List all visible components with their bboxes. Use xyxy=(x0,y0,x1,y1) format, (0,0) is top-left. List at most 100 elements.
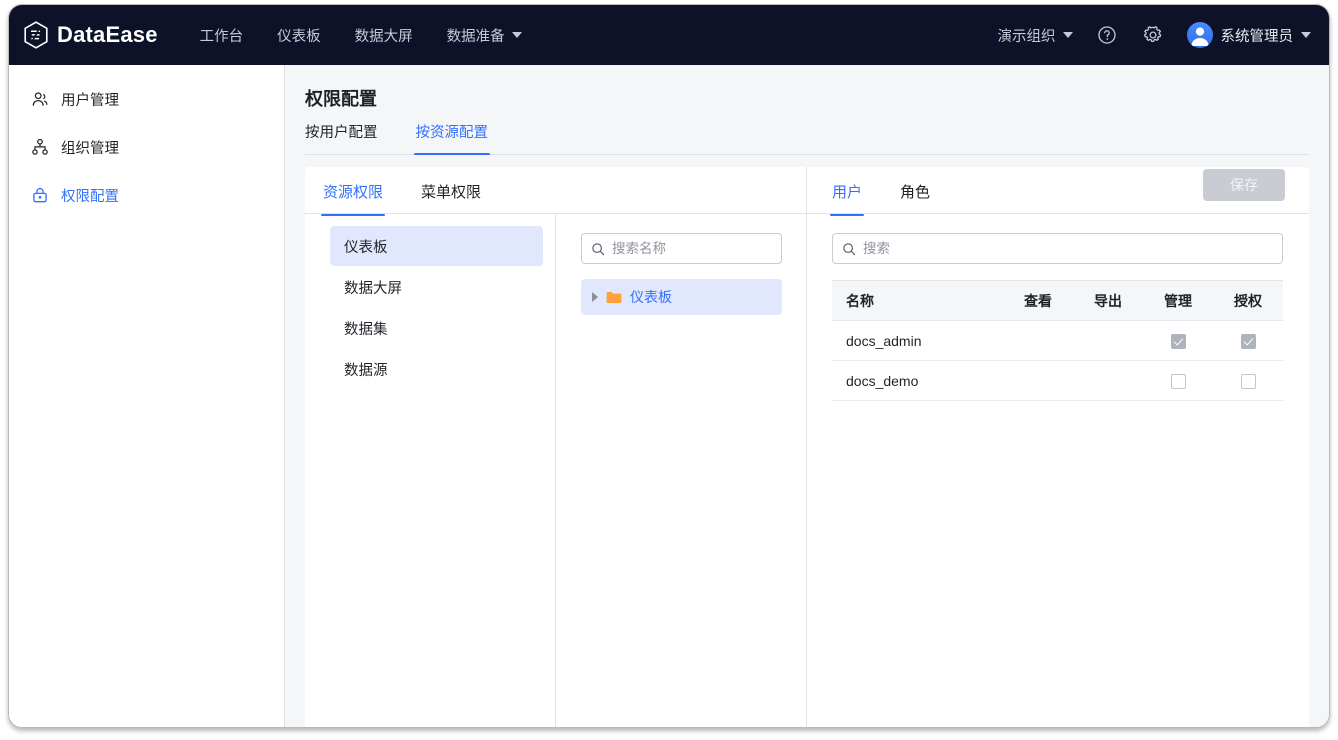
table-header-row: 名称 查看 导出 管理 授权 xyxy=(832,280,1283,321)
tree-node-dashboard[interactable]: 仪表板 xyxy=(581,279,782,315)
resource-search-box[interactable] xyxy=(581,233,782,264)
cell-manage xyxy=(1143,320,1213,361)
nav-link-label: 数据大屏 xyxy=(354,28,413,45)
user-search-box[interactable] xyxy=(832,233,1283,264)
resource-panel: 资源权限 菜单权限 仪表板 数据大屏 数据集 数据源 搜索名称 仪表板 xyxy=(305,167,807,727)
page-tabs: 按用户配置 按资源配置 xyxy=(305,121,1309,155)
resource-type-bigscreen[interactable]: 数据大屏 xyxy=(330,267,543,307)
question-circle-icon xyxy=(1097,26,1116,44)
resource-type-datasource[interactable]: 数据源 xyxy=(330,349,543,389)
user-name: 系统管理员 xyxy=(1220,28,1294,45)
nav-link-label: 工作台 xyxy=(199,28,244,45)
cell-view xyxy=(1003,320,1073,361)
column-header-export: 导出 xyxy=(1073,280,1143,321)
nav-link-dashboard[interactable]: 仪表板 xyxy=(277,25,321,46)
tab-label: 按用户配置 xyxy=(305,125,378,141)
tab-users[interactable]: 用户 xyxy=(829,181,865,216)
user-avatar-icon xyxy=(1190,27,1209,46)
resource-panel-body: 仪表板 数据大屏 数据集 数据源 搜索名称 仪表板 xyxy=(305,214,806,727)
tab-by-resource[interactable]: 按资源配置 xyxy=(413,121,490,155)
nav-link-workbench[interactable]: 工作台 xyxy=(200,25,244,46)
tab-label: 角色 xyxy=(900,184,931,201)
cell-user-name: docs_demo xyxy=(832,360,1003,401)
search-icon xyxy=(592,242,605,255)
body-area: 用户管理 组织管理 权限配置 权限配置 按用户配置 按资源配置 资源权限 菜单权… xyxy=(9,65,1329,727)
tab-roles[interactable]: 角色 xyxy=(900,181,930,215)
resource-type-dashboard[interactable]: 仪表板 xyxy=(330,226,543,266)
resource-panel-tabs: 资源权限 菜单权限 xyxy=(305,167,806,216)
cell-export xyxy=(1073,360,1143,401)
permission-assign-panel: 用户 角色 保存 搜索 名称 查看 导出 管理 授权 docs_admin do… xyxy=(807,167,1309,727)
cell-grant xyxy=(1213,360,1283,401)
tab-label: 资源权限 xyxy=(323,184,384,201)
resource-type-label: 数据源 xyxy=(344,362,388,379)
sidebar-item-label: 组织管理 xyxy=(61,140,119,157)
cell-view xyxy=(1003,360,1073,401)
table-header: 名称 查看 导出 管理 授权 xyxy=(832,280,1283,321)
avatar xyxy=(1186,22,1213,48)
chevron-down-icon xyxy=(511,32,522,38)
resource-type-label: 仪表板 xyxy=(344,239,388,256)
save-button[interactable]: 保存 xyxy=(1203,169,1285,201)
chevron-down-icon xyxy=(1062,32,1073,38)
checkbox-manage[interactable] xyxy=(1170,373,1186,389)
org-tree-icon xyxy=(32,138,48,155)
tab-resource-permission[interactable]: 资源权限 xyxy=(320,181,386,216)
column-header-name: 名称 xyxy=(832,280,1003,321)
checkbox-grant[interactable] xyxy=(1240,373,1256,389)
resource-search-input[interactable] xyxy=(612,241,772,256)
permission-panel-body: 名称 查看 导出 管理 授权 docs_admin xyxy=(807,214,1309,727)
nav-link-label: 数据准备 xyxy=(446,28,505,45)
top-navigation-bar: DataEase 工作台 仪表板 数据大屏 数据准备 演示组织 系统管理员 xyxy=(9,5,1329,65)
dataease-hexagon-logo-icon xyxy=(24,21,48,49)
triangle-right-icon[interactable] xyxy=(592,292,598,302)
resource-tree-pane: 仪表板 xyxy=(556,214,806,727)
lock-icon xyxy=(33,187,47,203)
sidebar-item-label: 权限配置 xyxy=(61,188,119,205)
sidebar: 用户管理 组织管理 权限配置 xyxy=(9,65,285,727)
sidebar-item-user-management[interactable]: 用户管理 xyxy=(9,75,284,123)
nav-links: 工作台 仪表板 数据大屏 数据准备 xyxy=(200,25,522,46)
user-search-input[interactable] xyxy=(863,241,1273,256)
column-header-manage: 管理 xyxy=(1143,280,1213,321)
tab-by-user[interactable]: 按用户配置 xyxy=(305,121,378,154)
checkbox-grant[interactable] xyxy=(1240,333,1256,349)
org-selector-label: 演示组织 xyxy=(997,28,1056,45)
cell-grant xyxy=(1213,320,1283,361)
help-button[interactable] xyxy=(1095,23,1119,47)
permission-card: 资源权限 菜单权限 仪表板 数据大屏 数据集 数据源 搜索名称 仪表板 用户 角… xyxy=(305,167,1309,727)
tab-menu-permission[interactable]: 菜单权限 xyxy=(421,181,481,215)
nav-link-bigscreen[interactable]: 数据大屏 xyxy=(355,25,413,46)
tab-label: 用户 xyxy=(832,184,863,201)
column-header-view: 查看 xyxy=(1003,280,1073,321)
sidebar-item-permission-config[interactable]: 权限配置 xyxy=(9,171,284,219)
nav-link-data-prep[interactable]: 数据准备 xyxy=(447,25,522,46)
page-title: 权限配置 xyxy=(305,89,377,109)
settings-button[interactable] xyxy=(1141,23,1165,47)
column-header-grant: 授权 xyxy=(1213,280,1283,321)
permission-panel-header: 用户 角色 保存 xyxy=(807,167,1309,216)
cell-manage xyxy=(1143,360,1213,401)
sidebar-item-label: 用户管理 xyxy=(61,92,119,109)
tree-node-label: 仪表板 xyxy=(630,289,672,305)
resource-type-label: 数据大屏 xyxy=(344,280,402,297)
search-icon xyxy=(843,242,856,255)
user-menu[interactable]: 系统管理员 xyxy=(1186,22,1311,48)
resource-type-label: 数据集 xyxy=(344,321,388,338)
org-selector[interactable]: 演示组织 xyxy=(998,25,1073,46)
resource-type-dataset[interactable]: 数据集 xyxy=(330,308,543,348)
gear-icon xyxy=(1143,25,1161,43)
cell-user-name: docs_admin xyxy=(832,320,1003,361)
tab-label: 按资源配置 xyxy=(415,125,489,141)
app-window: DataEase 工作台 仪表板 数据大屏 数据准备 演示组织 系统管理员 用户… xyxy=(8,4,1330,728)
users-icon xyxy=(32,92,48,106)
table-body: docs_admin docs_demo xyxy=(832,320,1283,401)
main-content: 权限配置 按用户配置 按资源配置 资源权限 菜单权限 仪表板 数据大屏 数据集 … xyxy=(285,65,1329,727)
permission-table: 名称 查看 导出 管理 授权 docs_admin docs_demo xyxy=(832,280,1283,401)
folder-icon xyxy=(606,292,622,303)
brand-logo[interactable]: DataEase xyxy=(23,21,158,49)
table-row: docs_admin xyxy=(832,320,1283,361)
sidebar-item-org-management[interactable]: 组织管理 xyxy=(9,123,284,171)
chevron-down-icon xyxy=(1301,32,1311,38)
checkbox-manage[interactable] xyxy=(1170,333,1186,349)
